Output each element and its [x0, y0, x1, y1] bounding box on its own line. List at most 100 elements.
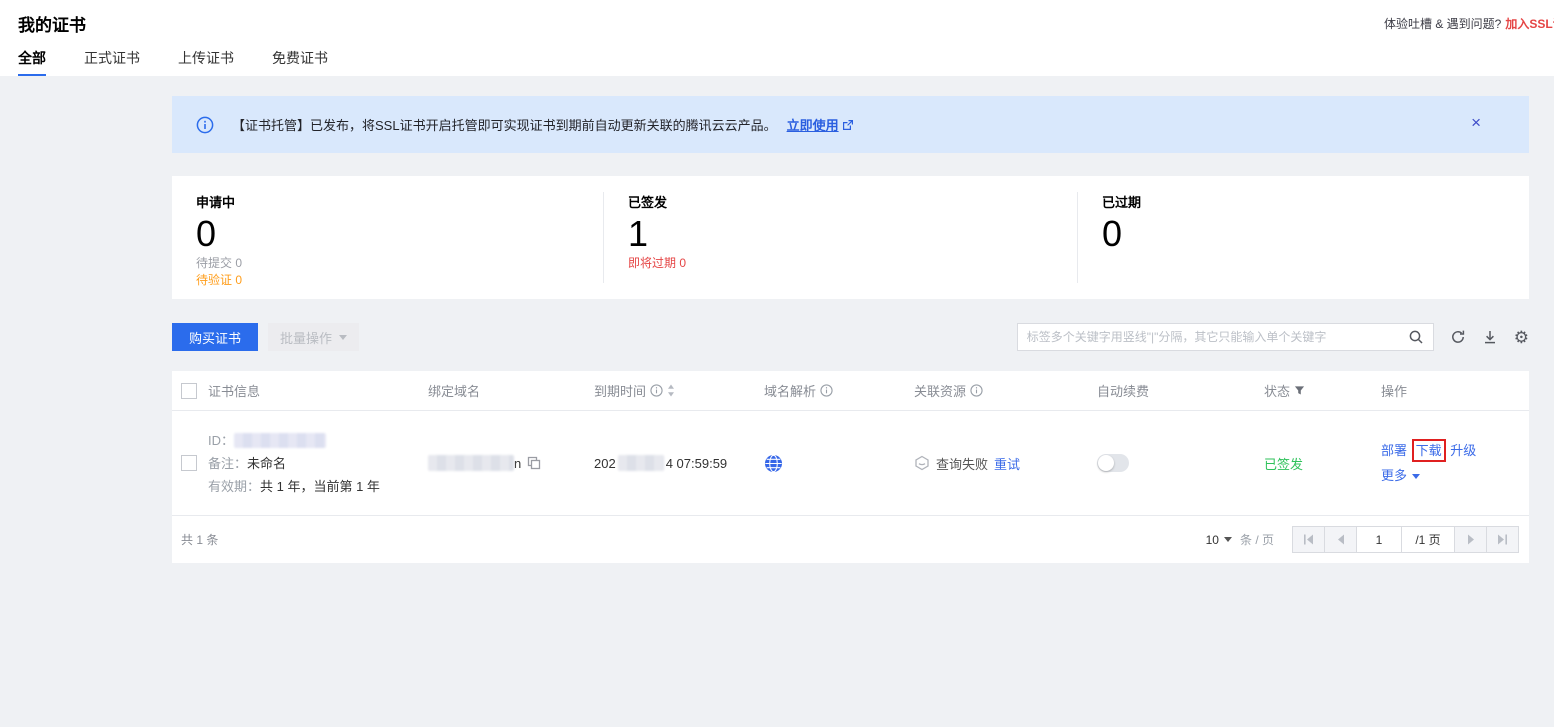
- use-now-link[interactable]: 立即使用: [787, 115, 839, 134]
- sort-icon[interactable]: [667, 384, 675, 397]
- total-count: 共 1 条: [181, 531, 218, 548]
- stat-sub-value: 0: [235, 273, 242, 287]
- per-page-label: 条 / 页: [1240, 531, 1274, 548]
- info-icon[interactable]: [650, 384, 663, 397]
- col-actions: 操作: [1381, 381, 1407, 400]
- stat-sub-value: 0: [679, 256, 686, 270]
- table-header-row: 证书信息 绑定域名 到期时间 域名解析: [172, 371, 1529, 411]
- dns-globe-icon[interactable]: [764, 454, 783, 473]
- copy-icon[interactable]: [527, 456, 541, 470]
- status-badge: 已签发: [1264, 454, 1303, 473]
- caret-down-icon: [339, 335, 347, 340]
- tab-uploaded-certs[interactable]: 上传证书: [178, 48, 234, 76]
- col-status: 状态: [1264, 381, 1290, 400]
- col-dns: 域名解析: [764, 381, 816, 400]
- col-cert-info: 证书信息: [208, 381, 260, 400]
- expire-prefix: 202: [594, 456, 616, 471]
- stat-title: 已签发: [628, 192, 1077, 211]
- join-ssl-link[interactable]: 加入SSL证: [1505, 17, 1554, 31]
- col-auto-renew: 自动续费: [1097, 381, 1149, 400]
- note-label: 备注：: [208, 456, 247, 471]
- batch-actions-label: 批量操作: [280, 328, 332, 347]
- page-total-label: /1 页: [1401, 526, 1455, 553]
- info-icon: [196, 116, 214, 134]
- stat-value: 1: [628, 213, 1077, 255]
- certificates-table: 证书信息 绑定域名 到期时间 域名解析: [172, 371, 1529, 563]
- tab-all[interactable]: 全部: [18, 48, 46, 76]
- retry-link[interactable]: 重试: [994, 454, 1020, 473]
- download-icon[interactable]: [1482, 329, 1498, 345]
- page-size-value: 10: [1206, 533, 1219, 547]
- col-expire-time: 到期时间: [594, 381, 646, 400]
- search-input[interactable]: [1027, 330, 1408, 344]
- stat-sub-value: 0: [235, 256, 242, 270]
- domain-suffix: n: [514, 456, 521, 471]
- stat-sub-label: 待验证: [196, 273, 232, 287]
- settings-icon[interactable]: ⚙: [1514, 329, 1529, 346]
- batch-actions-button[interactable]: 批量操作: [268, 323, 359, 351]
- upgrade-link[interactable]: 升级: [1450, 443, 1476, 458]
- refresh-icon[interactable]: [1450, 329, 1466, 345]
- redacted-domain: [428, 455, 514, 471]
- expire-suffix: 4 07:59:59: [666, 456, 727, 471]
- pagination-buttons: /1 页: [1292, 526, 1519, 553]
- auto-renew-toggle[interactable]: [1097, 454, 1129, 472]
- redacted-date: [618, 455, 664, 471]
- tab-free-certs[interactable]: 免费证书: [272, 48, 328, 76]
- stat-card-issued: 已签发 1 即将过期 0: [603, 192, 1077, 283]
- stat-sub-label: 待提交: [196, 256, 232, 270]
- note-value: 未命名: [247, 456, 286, 471]
- download-link[interactable]: 下载: [1416, 443, 1442, 458]
- table-row: ID： 备注：未命名 有效期：共 1 年，当前第 1 年 n 2024: [172, 411, 1529, 516]
- first-page-button[interactable]: [1292, 526, 1325, 553]
- content-area: 【证书托管】已发布，将SSL证书开启托管即可实现证书到期前自动更新关联的腾讯云云…: [0, 76, 1554, 727]
- caret-down-icon: [1412, 474, 1420, 479]
- info-icon[interactable]: [820, 384, 833, 397]
- select-all-checkbox[interactable]: [181, 383, 197, 399]
- header-links: 体验吐槽 & 遇到问题? 加入SSL证: [1384, 15, 1554, 32]
- stat-title: 已过期: [1102, 192, 1529, 211]
- page-title: 我的证书: [18, 11, 86, 36]
- banner-close-icon[interactable]: ×: [1471, 113, 1481, 133]
- tab-bar: 全部 正式证书 上传证书 免费证书: [0, 48, 1554, 76]
- feedback-link[interactable]: 体验吐槽 & 遇到问题?: [1384, 17, 1501, 31]
- more-link[interactable]: 更多: [1381, 468, 1407, 483]
- external-link-icon: [842, 119, 854, 131]
- resource-status: 查询失败: [936, 454, 988, 473]
- redacted-cert-id: [234, 433, 326, 448]
- highlight-box: 下载: [1412, 439, 1446, 462]
- toolbar: 购买证书 批量操作: [172, 323, 1529, 351]
- row-checkbox[interactable]: [181, 455, 197, 471]
- col-bound-domain: 绑定域名: [428, 381, 480, 400]
- col-resources: 关联资源: [914, 381, 966, 400]
- stat-value: 0: [196, 213, 603, 255]
- next-page-button[interactable]: [1454, 526, 1487, 553]
- tab-paid-certs[interactable]: 正式证书: [84, 48, 140, 76]
- stat-value: 0: [1102, 213, 1529, 255]
- page-size-select[interactable]: 10: [1206, 533, 1232, 547]
- info-icon[interactable]: [970, 384, 983, 397]
- prev-page-button[interactable]: [1324, 526, 1357, 553]
- stat-sub-label: 即将过期: [628, 256, 676, 270]
- buy-cert-button[interactable]: 购买证书: [172, 323, 258, 351]
- search-icon[interactable]: [1408, 329, 1424, 345]
- notice-banner: 【证书托管】已发布，将SSL证书开启托管即可实现证书到期前自动更新关联的腾讯云云…: [172, 96, 1529, 153]
- toggle-knob: [1098, 455, 1114, 471]
- resource-icon: [914, 455, 930, 471]
- caret-down-icon: [1224, 537, 1232, 542]
- deploy-link[interactable]: 部署: [1381, 443, 1407, 458]
- validity-value: 共 1 年，当前第 1 年: [260, 479, 380, 494]
- pagination-bar: 共 1 条 10 条 / 页: [172, 516, 1529, 563]
- validity-label: 有效期：: [208, 479, 260, 494]
- top-bar: 我的证书 体验吐槽 & 遇到问题? 加入SSL证: [0, 0, 1554, 48]
- page-input[interactable]: [1359, 533, 1399, 547]
- banner-text: 【证书托管】已发布，将SSL证书开启托管即可实现证书到期前自动更新关联的腾讯云云…: [232, 115, 777, 134]
- stat-title: 申请中: [196, 192, 603, 211]
- stat-card-applying: 申请中 0 待提交 0 待验证 0: [172, 192, 603, 283]
- cert-id-label: ID：: [208, 433, 234, 448]
- last-page-button[interactable]: [1486, 526, 1519, 553]
- filter-icon[interactable]: [1294, 385, 1305, 396]
- ssl-certificates-page: 我的证书 体验吐槽 & 遇到问题? 加入SSL证 全部 正式证书 上传证书 免费证…: [0, 0, 1554, 727]
- page-input-box: [1356, 526, 1402, 553]
- search-box: [1017, 323, 1434, 351]
